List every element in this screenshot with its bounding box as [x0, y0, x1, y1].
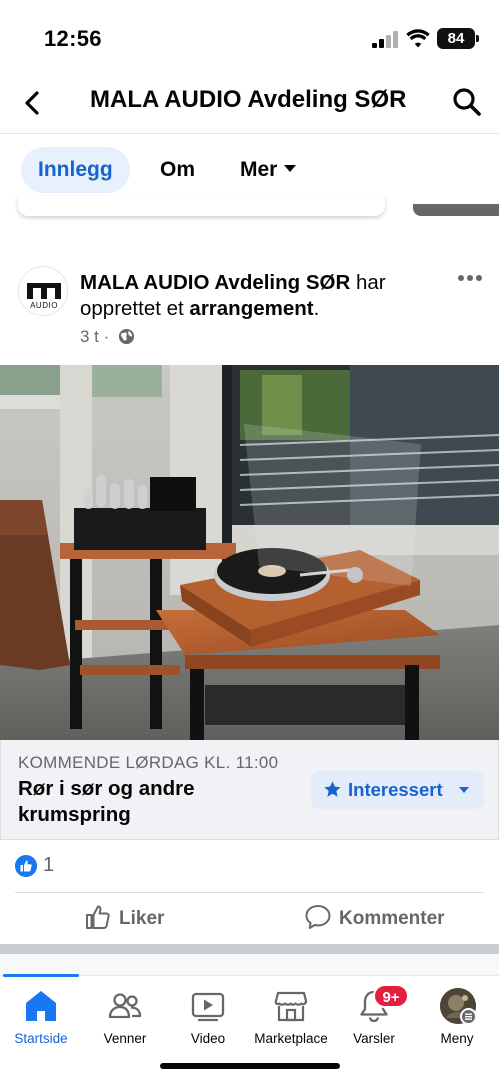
page-avatar[interactable]: AUDIO — [18, 266, 68, 316]
nav-home[interactable]: Startside — [0, 976, 82, 1054]
caret-down-icon — [459, 787, 469, 793]
nav-label: Marketplace — [254, 1031, 328, 1046]
signal-icon — [372, 31, 398, 48]
post-suffix: . — [313, 297, 320, 320]
friends-icon — [108, 993, 142, 1019]
more-options-button[interactable] — [456, 268, 484, 288]
event-photo[interactable] — [0, 365, 499, 740]
like-button[interactable]: Liker — [84, 903, 174, 935]
back-button[interactable] — [16, 86, 50, 120]
page-title: MALA AUDIO Avdeling SØR — [90, 86, 407, 113]
hifi-setup-image — [0, 365, 499, 740]
menu-icon — [460, 1008, 477, 1025]
reaction-count: 1 — [43, 854, 55, 876]
comment-icon — [305, 905, 331, 929]
mala-audio-logo: AUDIO — [27, 283, 61, 310]
previous-card-edge — [18, 196, 385, 216]
nav-label: Varsler — [353, 1031, 395, 1046]
previous-card-edge-image — [413, 204, 499, 216]
search-button[interactable] — [450, 85, 484, 119]
meta-separator: · — [103, 327, 110, 346]
thumbs-up-icon — [86, 905, 110, 929]
like-reaction-icon — [15, 855, 37, 877]
like-label: Liker — [119, 908, 165, 929]
star-icon — [324, 781, 341, 797]
nav-video[interactable]: Video — [167, 976, 249, 1054]
nav-marketplace[interactable]: Marketplace — [250, 976, 332, 1054]
notification-badge: 9+ — [373, 984, 409, 1008]
battery-indicator: 84 — [437, 28, 479, 49]
post-object-link[interactable]: arrangement — [189, 297, 313, 320]
tab-label: Mer — [240, 158, 278, 181]
status-bar: 12:56 84 — [0, 0, 499, 72]
tab-label: Innlegg — [38, 158, 113, 181]
video-icon — [191, 992, 225, 1022]
event-date: KOMMENDE LØRDAG KL. 11:00 — [18, 753, 279, 772]
nav-label: Venner — [103, 1031, 147, 1046]
interested-label: Interessert — [348, 779, 443, 800]
post-meta: 3 t · — [80, 327, 135, 347]
event-title[interactable]: Rør i sør og andre krumspring — [18, 776, 278, 828]
comment-label: Kommenter — [339, 908, 445, 929]
wifi-icon — [406, 29, 430, 48]
tab-posts[interactable]: Innlegg — [21, 147, 130, 193]
nav-label: Meny — [440, 1031, 474, 1046]
svg-text:AUDIO: AUDIO — [30, 301, 58, 310]
status-time: 12:56 — [44, 26, 102, 51]
caret-down-icon — [284, 164, 297, 172]
event-card[interactable]: KOMMENDE LØRDAG KL. 11:00 Rør i sør og a… — [0, 740, 499, 840]
nav-label: Startside — [14, 1031, 68, 1046]
tab-label: Om — [160, 158, 196, 181]
home-indicator — [160, 1063, 340, 1069]
hamburger-icon — [465, 1013, 472, 1020]
post-time[interactable]: 3 t — [80, 327, 99, 346]
tab-about[interactable]: Om — [143, 147, 212, 193]
section-separator — [0, 944, 499, 954]
nav-friends[interactable]: Venner — [84, 976, 166, 1054]
feed-gap — [0, 954, 499, 976]
page-header: MALA AUDIO Avdeling SØR — [0, 72, 499, 134]
marketplace-icon — [274, 991, 308, 1022]
interested-button[interactable]: Interessert — [311, 771, 484, 809]
post-headline: MALA AUDIO Avdeling SØR har opprettet et… — [80, 270, 440, 322]
divider — [15, 892, 484, 893]
post-author-link[interactable]: MALA AUDIO Avdeling SØR — [80, 271, 350, 294]
nav-label: Video — [190, 1031, 226, 1046]
globe-icon — [118, 328, 135, 345]
tab-more[interactable]: Mer — [223, 147, 313, 193]
home-icon — [26, 991, 56, 1021]
comment-button[interactable]: Kommenter — [304, 903, 454, 935]
app-screen: 12:56 84 MALA AUDIO Avdeling SØR Innlegg — [0, 0, 499, 1080]
